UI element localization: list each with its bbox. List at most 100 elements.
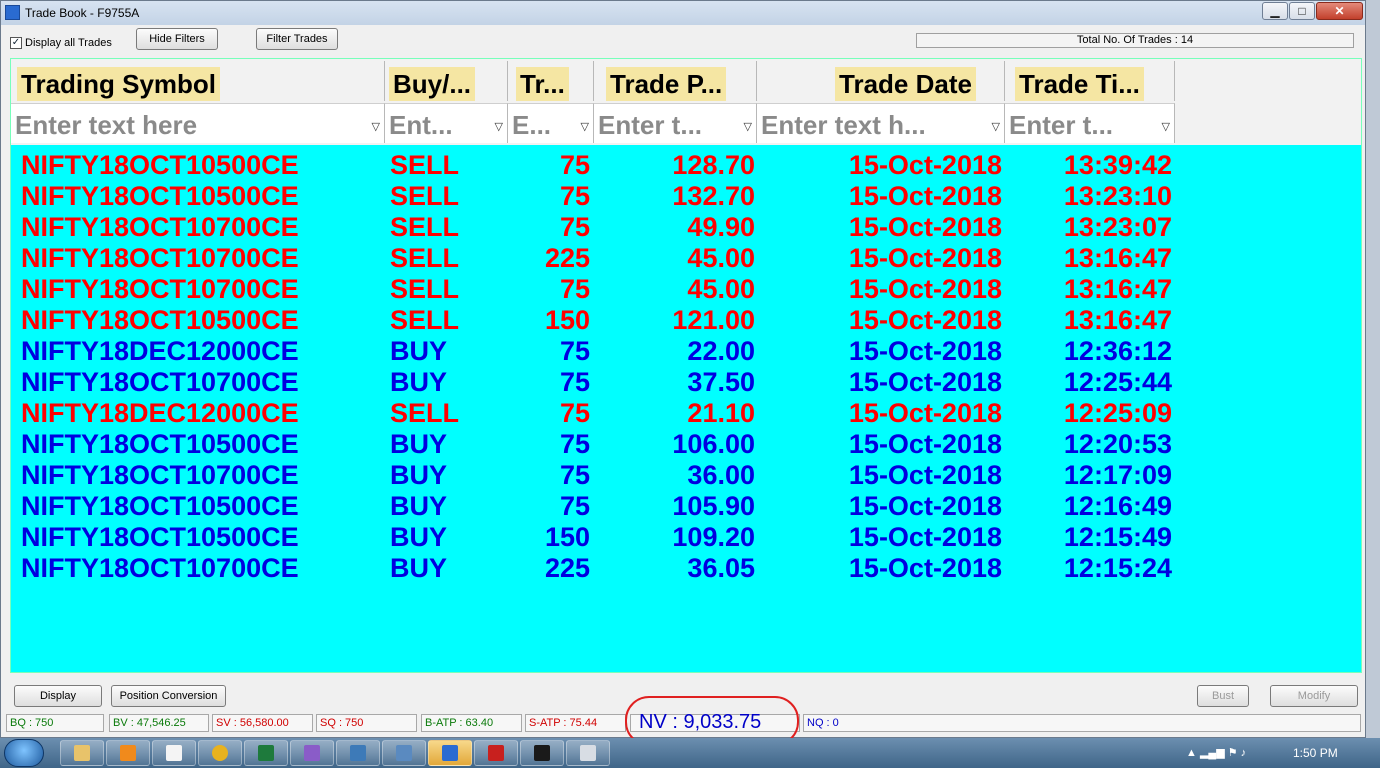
cell-symbol: NIFTY18OCT10500CE: [21, 305, 299, 335]
table-row[interactable]: NIFTY18OCT10700CE SELL 75 49.90 15-Oct-2018 1…: [11, 212, 1211, 243]
cell-qty: 225: [544, 553, 590, 583]
cell-symbol: NIFTY18OCT10500CE: [21, 522, 299, 552]
filter-funnel-icon[interactable]: ▽: [581, 120, 589, 133]
table-row[interactable]: NIFTY18OCT10700CE BUY 75 36.00 15-Oct-2018 12…: [11, 460, 1211, 491]
trade-rows: NIFTY18OCT10500CE SELL 75 128.70 15-Oct-2018…: [11, 150, 1211, 584]
modify-button[interactable]: Modify: [1270, 685, 1358, 707]
cell-side: BUY: [390, 522, 448, 552]
app-taskbar-icon[interactable]: [382, 740, 426, 766]
system-tray-icons[interactable]: ▲ ▂▄▆ ⚑ ♪: [1186, 746, 1246, 759]
app-taskbar-icon[interactable]: [290, 740, 334, 766]
cell-symbol: NIFTY18OCT10700CE: [21, 553, 299, 583]
taskbar: ▲ ▂▄▆ ⚑ ♪ 1:50 PM: [0, 738, 1380, 768]
column-label: Trading Symbol: [17, 67, 221, 101]
cell-qty: 75: [559, 336, 590, 366]
trades-grid[interactable]: Trading Symbol Buy/... Tr... Trade P... …: [10, 58, 1362, 673]
filter-qty-input[interactable]: E... ▽: [508, 103, 594, 143]
cell-date: 15-Oct-2018: [848, 181, 1002, 211]
column-label: Buy/...: [389, 67, 476, 101]
close-button[interactable]: ✕: [1316, 2, 1363, 20]
filter-time-input[interactable]: Enter t... ▽: [1005, 103, 1175, 143]
filter-date-input[interactable]: Enter text h... ▽: [757, 103, 1005, 143]
calculator-taskbar-icon[interactable]: [566, 740, 610, 766]
chrome-taskbar-icon[interactable]: [198, 740, 242, 766]
explorer-taskbar-icon[interactable]: [60, 740, 104, 766]
media-player-taskbar-icon[interactable]: [106, 740, 150, 766]
trading-app-taskbar-icon[interactable]: [428, 740, 472, 766]
maximize-button[interactable]: □: [1289, 2, 1315, 20]
table-row[interactable]: NIFTY18OCT10500CE SELL 75 128.70 15-Oct-2018…: [11, 150, 1211, 181]
status-sell-qty: SQ : 750: [316, 714, 417, 732]
column-header-price[interactable]: Trade P...: [594, 61, 757, 101]
cell-qty: 75: [559, 367, 590, 397]
column-header-date[interactable]: Trade Date: [757, 61, 1005, 101]
cell-date: 15-Oct-2018: [848, 429, 1002, 459]
chart-app-taskbar-icon[interactable]: [520, 740, 564, 766]
cell-symbol: NIFTY18OCT10700CE: [21, 212, 299, 242]
status-buy-atp: B-ATP : 63.40: [421, 714, 522, 732]
total-trades-count: Total No. Of Trades : 14: [916, 33, 1354, 48]
filter-placeholder: Ent...: [389, 110, 453, 140]
cell-date: 15-Oct-2018: [848, 398, 1002, 428]
display-button[interactable]: Display: [14, 685, 102, 707]
cell-qty: 75: [559, 398, 590, 428]
display-all-label[interactable]: Display all Trades: [25, 37, 112, 49]
filter-funnel-icon[interactable]: ▽: [744, 120, 752, 133]
table-row[interactable]: NIFTY18OCT10500CE SELL 150 121.00 15-Oct-201…: [11, 305, 1211, 336]
excel-taskbar-icon[interactable]: [244, 740, 288, 766]
column-header-qty[interactable]: Tr...: [508, 61, 594, 101]
cell-time: 12:16:49: [1063, 491, 1172, 521]
table-row[interactable]: NIFTY18OCT10700CE BUY 75 37.50 15-Oct-2018 12…: [11, 367, 1211, 398]
table-row[interactable]: NIFTY18OCT10700CE BUY 225 36.05 15-Oct-2018 1…: [11, 553, 1211, 584]
cell-date: 15-Oct-2018: [848, 243, 1002, 273]
cell-side: SELL: [390, 243, 460, 273]
filter-funnel-icon[interactable]: ▽: [992, 120, 1000, 133]
filter-side-input[interactable]: Ent... ▽: [385, 103, 508, 143]
pdf-taskbar-icon[interactable]: [474, 740, 518, 766]
cell-time: 12:17:09: [1063, 460, 1172, 490]
document-taskbar-icon[interactable]: [152, 740, 196, 766]
cell-date: 15-Oct-2018: [848, 460, 1002, 490]
cell-qty: 150: [544, 305, 590, 335]
bust-button[interactable]: Bust: [1197, 685, 1249, 707]
display-all-checkbox[interactable]: ✓: [10, 37, 22, 49]
table-row[interactable]: NIFTY18OCT10700CE SELL 225 45.00 15-Oct-2018…: [11, 243, 1211, 274]
cell-date: 15-Oct-2018: [848, 212, 1002, 242]
table-row[interactable]: NIFTY18OCT10500CE BUY 75 106.00 15-Oct-2018 1…: [11, 429, 1211, 460]
app-icon: [5, 5, 20, 20]
filter-funnel-icon[interactable]: ▽: [495, 120, 503, 133]
table-row[interactable]: NIFTY18OCT10500CE SELL 75 132.70 15-Oct-2018…: [11, 181, 1211, 212]
table-row[interactable]: NIFTY18DEC12000CE SELL 75 21.10 15-Oct-2018 1…: [11, 398, 1211, 429]
title-bar[interactable]: Trade Book - F9755A ▁ □ ✕: [1, 1, 1365, 25]
hide-filters-button[interactable]: Hide Filters: [136, 28, 218, 50]
column-header-side[interactable]: Buy/...: [385, 61, 508, 101]
status-buy-qty: BQ : 750: [6, 714, 104, 732]
table-row[interactable]: NIFTY18OCT10500CE BUY 75 105.90 15-Oct-2018 1…: [11, 491, 1211, 522]
cell-symbol: NIFTY18DEC12000CE: [21, 398, 299, 428]
column-header-time[interactable]: Trade Ti...: [1005, 61, 1175, 101]
filter-price-input[interactable]: Enter t... ▽: [594, 103, 757, 143]
table-row[interactable]: NIFTY18OCT10500CE BUY 150 109.20 15-Oct-2018…: [11, 522, 1211, 553]
filter-funnel-icon[interactable]: ▽: [1162, 120, 1170, 133]
filter-trades-button[interactable]: Filter Trades: [256, 28, 338, 50]
cell-time: 13:23:07: [1063, 212, 1172, 242]
minimize-button[interactable]: ▁: [1262, 2, 1288, 20]
trade-book-window: Trade Book - F9755A ▁ □ ✕ ✓ Display all …: [0, 0, 1366, 746]
cell-time: 13:16:47: [1063, 243, 1172, 273]
cell-date: 15-Oct-2018: [848, 522, 1002, 552]
filter-funnel-icon[interactable]: ▽: [372, 120, 380, 133]
table-row[interactable]: NIFTY18OCT10700CE SELL 75 45.00 15-Oct-2018 1…: [11, 274, 1211, 305]
filter-placeholder: Enter text here: [15, 110, 198, 140]
column-header-symbol[interactable]: Trading Symbol: [11, 61, 385, 101]
cell-symbol: NIFTY18OCT10700CE: [21, 274, 299, 304]
position-conversion-button[interactable]: Position Conversion: [111, 685, 226, 707]
app-taskbar-icon[interactable]: [336, 740, 380, 766]
filter-symbol-input[interactable]: Enter text here ▽: [11, 103, 385, 143]
cell-side: SELL: [390, 305, 460, 335]
clock[interactable]: 1:50 PM: [1293, 746, 1338, 760]
start-button[interactable]: [4, 739, 44, 767]
cell-qty: 75: [559, 181, 590, 211]
cell-price: 21.10: [687, 398, 755, 428]
cell-time: 12:15:49: [1063, 522, 1172, 552]
table-row[interactable]: NIFTY18DEC12000CE BUY 75 22.00 15-Oct-2018 12…: [11, 336, 1211, 367]
